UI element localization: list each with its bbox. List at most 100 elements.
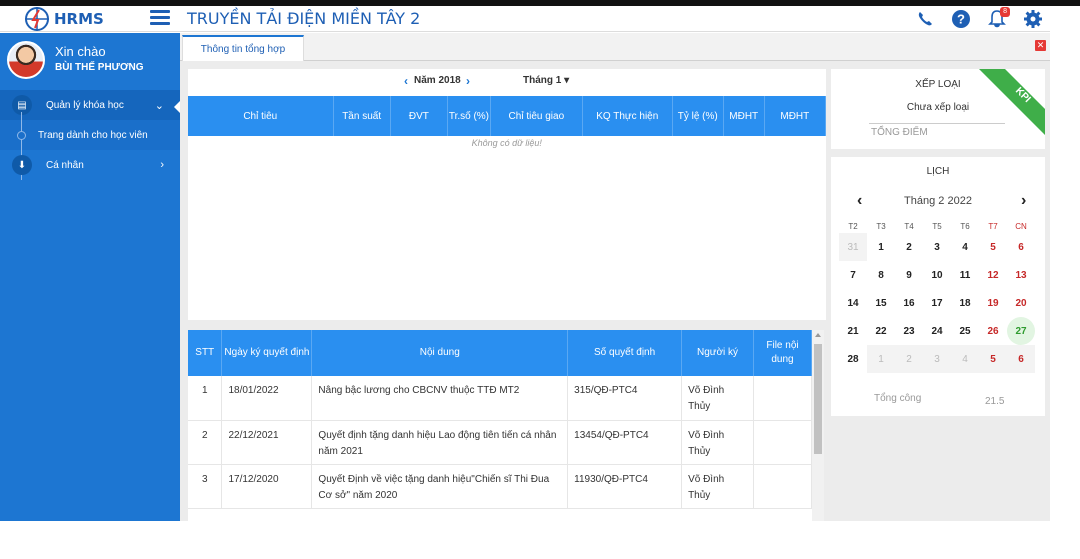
calendar-day[interactable]: 16 [895,289,923,317]
calendar-day[interactable]: 31 [839,233,867,261]
calendar-day[interactable]: 8 [867,261,895,289]
svg-text:?: ? [957,12,965,27]
weekday-label: T6 [960,221,970,231]
calendar-day[interactable]: 25 [951,317,979,345]
col-header[interactable]: Số quyết định [567,330,683,376]
calendar-day[interactable]: 4 [951,233,979,261]
calendar-day[interactable]: 18 [951,289,979,317]
row-stt: 1 [188,376,223,421]
calendar-day[interactable]: 15 [867,289,895,317]
user-panel: Xin chào BÙI THẾ PHƯƠNG [0,33,180,90]
caret-down-icon: ▾ [564,75,570,86]
calendar-day[interactable]: 10 [923,261,951,289]
calendar-day-today[interactable]: 27 [1007,317,1035,345]
col-header[interactable]: ĐVT [390,96,448,136]
weekday-label: CN [1015,221,1027,231]
calendar-day[interactable]: 4 [951,345,979,373]
calendar-day[interactable]: 11 [951,261,979,289]
col-header[interactable]: MĐHT [723,96,765,136]
calendar-day[interactable]: 28 [839,345,867,373]
col-header[interactable]: Tỷ lệ (%) [672,96,724,136]
calendar-day[interactable]: 7 [839,261,867,289]
calendar-day[interactable]: 3 [923,233,951,261]
tab-summary[interactable]: Thông tin tổng hợp [182,35,304,61]
scroll-up-icon[interactable] [815,333,821,337]
row-signer: Võ Đình Thủy [681,376,754,421]
col-header[interactable]: Chỉ tiêu giao [490,96,583,136]
calendar-day[interactable]: 6 [1007,233,1035,261]
calendar-day[interactable]: 2 [895,345,923,373]
row-file[interactable] [753,376,812,421]
row-content: Quyết định tặng danh hiệu Lao động tiên … [311,420,569,465]
col-header[interactable]: Nội dung [311,330,569,376]
sidebar-item-course-management[interactable]: ▤ Quản lý khóa học ⌄ [0,90,180,120]
table-row[interactable]: 2 22/12/2021 Quyết định tặng danh hiệu L… [188,420,812,465]
help-icon[interactable]: ? [950,8,972,30]
app-title: TRUYỀN TẢI ĐIỆN MIỀN TÂY 2 [187,9,421,28]
calendar-day[interactable]: 13 [1007,261,1035,289]
weekday-label: T3 [876,221,886,231]
empty-message: Không có dữ liệu! [471,138,542,148]
table-row[interactable]: 3 17/12/2020 Quyết Định về việc tặng dan… [188,464,812,509]
calendar-day[interactable]: 6 [1007,345,1035,373]
col-header[interactable]: File nội dung [753,330,812,376]
col-header[interactable]: STT [188,330,223,376]
settings-gear-icon[interactable] [1022,8,1044,30]
scroll-thumb[interactable] [814,344,822,454]
notification-bell-icon[interactable]: 8 [986,7,1010,30]
calendar-day[interactable]: 21 [839,317,867,345]
year-next-icon[interactable]: › [466,74,470,88]
calendar-day[interactable]: 19 [979,289,1007,317]
calendar-day[interactable]: 20 [1007,289,1035,317]
row-number: 13454/QĐ-PTC4 [567,420,683,465]
tree-dot [17,131,26,140]
row-stt: 3 [188,464,223,509]
total-workdays-label: Tổng công [874,393,922,404]
calendar-day[interactable]: 12 [979,261,1007,289]
calendar-day[interactable]: 3 [923,345,951,373]
row-number: 11930/QĐ-PTC4 [567,464,683,509]
col-header[interactable]: Chỉ tiêu [188,96,334,136]
notification-badge: 8 [1000,7,1010,17]
menu-toggle-icon[interactable] [150,10,170,28]
calendar-day[interactable]: 14 [839,289,867,317]
col-header[interactable]: KQ Thực hiện [582,96,673,136]
row-file[interactable] [753,464,812,509]
col-header[interactable]: MĐHT [764,96,827,136]
col-header[interactable]: Người ký [681,330,754,376]
month-dropdown[interactable]: Tháng 1 ▾ [523,75,569,86]
row-date: 17/12/2020 [221,464,313,509]
phone-icon[interactable] [914,8,936,30]
close-icon[interactable]: ✕ [1035,40,1046,51]
avatar[interactable] [7,41,45,79]
row-signer: Võ Đình Thủy [681,420,754,465]
year-prev-icon[interactable]: ‹ [404,74,408,88]
row-file[interactable] [753,420,812,465]
hrms-logo[interactable]: HRMS [22,6,104,32]
calendar-month-label: Tháng 2 2022 [904,195,972,207]
user-name: BÙI THẾ PHƯƠNG [55,62,144,73]
calendar-day[interactable]: 5 [979,233,1007,261]
col-header[interactable]: Tần suất [333,96,391,136]
year-label: Năm 2018 [414,75,461,86]
table-row[interactable]: 1 18/01/2022 Nâng bậc lương cho CBCNV th… [188,376,812,421]
greeting: Xin chào [55,44,106,59]
calendar-next-icon[interactable]: › [1021,192,1026,210]
calendar-day[interactable]: 24 [923,317,951,345]
calendar-day[interactable]: 1 [867,233,895,261]
vertical-scrollbar[interactable] [812,330,824,521]
sidebar-subitem-student-page[interactable]: Trang dành cho học viên [0,112,180,180]
calendar-day[interactable]: 26 [979,317,1007,345]
calendar-day[interactable]: 2 [895,233,923,261]
calendar-day[interactable]: 17 [923,289,951,317]
calendar-day[interactable]: 5 [979,345,1007,373]
calendar-day[interactable]: 1 [867,345,895,373]
col-header[interactable]: Ngày ký quyết định [221,330,313,376]
calendar-day[interactable]: 23 [895,317,923,345]
calendar-day[interactable]: 9 [895,261,923,289]
calendar-day[interactable]: 22 [867,317,895,345]
col-header[interactable]: Tr.số (%) [447,96,491,136]
sidebar: Xin chào BÙI THẾ PHƯƠNG ▤ Quản lý khóa h… [0,33,180,521]
weekday-label: T7 [988,221,998,231]
sidebar-item-personal[interactable]: ⬇ Cá nhân › [0,150,180,180]
